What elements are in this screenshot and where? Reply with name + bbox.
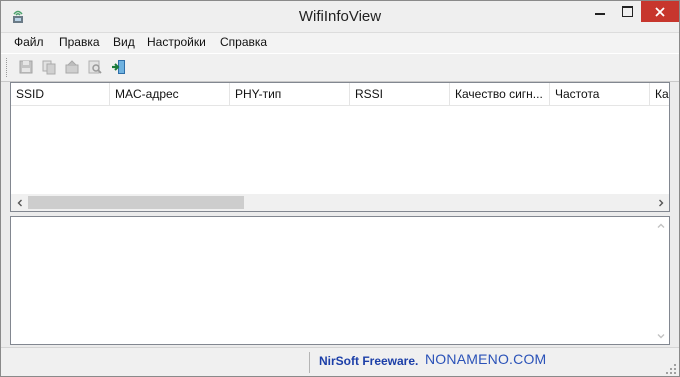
menu-edit[interactable]: Правка [59, 35, 100, 49]
chevron-down-icon [657, 333, 664, 338]
watermark-text: NONAMENO.COM [425, 351, 547, 367]
chevron-up-icon [657, 223, 664, 228]
toolbar-grip[interactable] [6, 58, 10, 77]
chevron-right-icon [658, 199, 663, 206]
column-header-mac[interactable]: MAC-адрес [110, 83, 230, 105]
scroll-right-button[interactable] [652, 194, 669, 211]
minimize-icon [595, 13, 605, 15]
chevron-left-icon [17, 199, 22, 206]
properties-button[interactable] [63, 58, 81, 76]
menu-file[interactable]: Файл [14, 35, 44, 49]
find-icon [88, 60, 102, 74]
minimize-button[interactable] [586, 1, 614, 21]
list-header: SSID MAC-адрес PHY-тип RSSI Качество сиг… [11, 83, 669, 106]
resize-grip-icon[interactable] [665, 363, 677, 375]
copy-button[interactable] [40, 58, 58, 76]
window-title: WifiInfoView [298, 8, 382, 25]
find-button[interactable] [86, 58, 104, 76]
scroll-left-button[interactable] [11, 194, 28, 211]
menu-view[interactable]: Вид [113, 35, 135, 49]
scroll-up-button[interactable] [652, 217, 669, 234]
app-window: WifiInfoView Файл Правка Вид Настройки С… [0, 0, 680, 377]
vertical-scrollbar[interactable] [652, 217, 669, 344]
status-panel-left [3, 352, 305, 373]
menu-settings[interactable]: Настройки [147, 35, 206, 49]
list-body[interactable] [11, 106, 669, 194]
maximize-icon [622, 5, 633, 17]
properties-icon [65, 60, 79, 74]
status-bar: NirSoft Freeware. NONAMENO.COM [1, 347, 679, 376]
close-icon [655, 6, 665, 17]
save-icon [19, 60, 33, 74]
scroll-down-button[interactable] [652, 327, 669, 344]
toolbar [1, 53, 679, 82]
details-pane[interactable] [10, 216, 670, 345]
column-header-frequency[interactable]: Частота [550, 83, 650, 105]
menu-bar: Файл Правка Вид Настройки Справка [1, 32, 679, 53]
close-button[interactable] [641, 1, 679, 22]
status-separator [309, 352, 310, 373]
column-header-quality[interactable]: Качество сигн... [450, 83, 550, 105]
column-header-rssi[interactable]: RSSI [350, 83, 450, 105]
maximize-button[interactable] [614, 1, 641, 21]
save-button[interactable] [17, 58, 35, 76]
column-header-channel[interactable]: Кан [650, 83, 669, 105]
exit-icon [112, 60, 125, 74]
title-bar[interactable]: WifiInfoView [1, 1, 679, 32]
horizontal-scrollbar[interactable] [11, 194, 669, 211]
copy-icon [42, 60, 56, 75]
horizontal-scroll-thumb[interactable] [28, 196, 244, 209]
column-header-ssid[interactable]: SSID [11, 83, 110, 105]
menu-help[interactable]: Справка [220, 35, 267, 49]
column-header-phy[interactable]: PHY-тип [230, 83, 350, 105]
nirsoft-link[interactable]: NirSoft Freeware. [319, 354, 418, 368]
networks-list[interactable]: SSID MAC-адрес PHY-тип RSSI Качество сиг… [10, 82, 670, 212]
exit-button[interactable] [110, 58, 128, 76]
